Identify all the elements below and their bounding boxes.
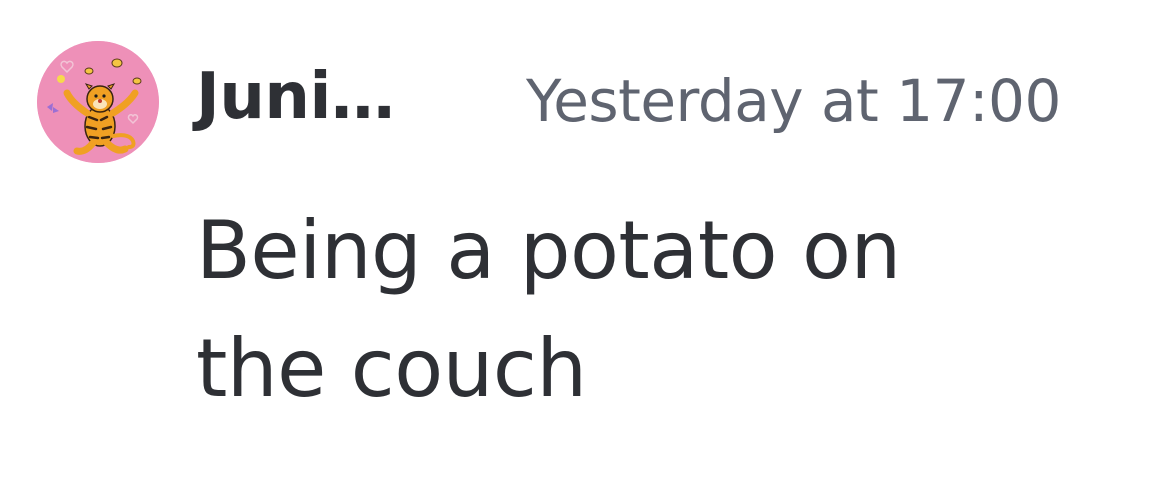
message-timestamp: Yesterday at 17:00 [526,67,1061,135]
avatar[interactable] [37,41,159,163]
chat-message: Juni… Yesterday at 17:00 Being a potato … [0,0,1170,503]
message-content: Being a potato on the couch [196,204,901,415]
tigger-avatar-icon [37,41,159,163]
author-name[interactable]: Juni… [196,52,395,142]
